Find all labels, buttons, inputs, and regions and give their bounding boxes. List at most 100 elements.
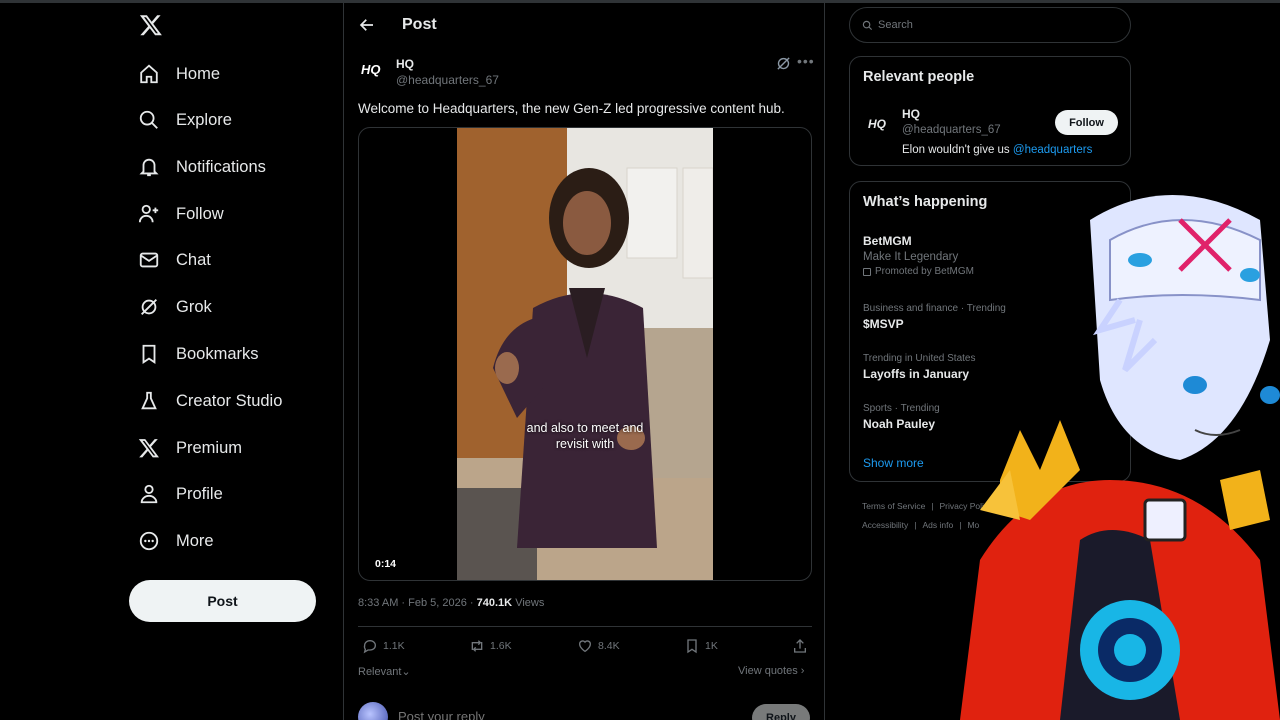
author-name[interactable]: HQ [396,57,414,71]
view-quotes-label: View quotes [738,665,798,677]
bio-mention-link[interactable]: @headquarters [1013,144,1092,156]
nav-item-creator-studio[interactable]: Creator Studio [137,383,282,419]
nav-item-explore[interactable]: Explore [137,102,232,138]
nav-label-chat: Chat [176,250,211,269]
bookmark-icon [137,342,161,366]
like-count: 8.4K [598,640,620,652]
grok-icon [137,295,161,319]
nav-label-premium: Premium [176,438,243,457]
flask-icon [137,389,161,413]
nav-item-grok[interactable]: Grok [137,289,212,325]
video-caption-line: and also to meet and [526,421,644,435]
chevron-right-icon: › [800,665,805,677]
nav-item-follow[interactable]: Follow [137,196,224,232]
footer-separator: | [931,501,934,511]
video-caption: and also to meet and revisit with [457,420,713,452]
reply-action[interactable]: 1.1K [362,638,405,654]
reply-icon [363,640,377,654]
post-detail-column: Post HQ HQ @headquarters_67 ••• Welcome … [343,0,825,720]
views-label: Views [515,597,545,609]
nav-label-more: More [176,531,214,550]
video-still [457,128,713,580]
search-icon [862,20,873,30]
bookmark-count: 1K [705,640,718,652]
avatar[interactable]: HQ [868,117,886,131]
mail-icon [137,248,161,272]
repost-action[interactable]: 1.6K [469,638,512,654]
post-button[interactable]: Post [129,580,316,622]
nav-label-bookmarks: Bookmarks [176,344,259,363]
show-more-link[interactable]: Show more [863,456,924,470]
bio-text: Elon wouldn't give us [902,144,1010,156]
x-logo-icon[interactable] [139,13,163,37]
nav-item-notifications[interactable]: Notifications [137,149,266,185]
repost-icon [471,640,483,652]
nav-item-profile[interactable]: Profile [137,476,223,512]
nav-label-profile: Profile [176,484,223,503]
bookmark-action[interactable]: 1K [684,638,718,654]
search-bar[interactable] [849,7,1131,43]
views-count: 740.1K [476,597,513,609]
person-icon [137,482,161,506]
more-circle-icon [137,529,161,553]
person-handle[interactable]: @headquarters_67 [902,124,1001,136]
person-add-icon [137,202,161,226]
reply-button[interactable]: Reply [752,704,810,720]
ad-icon [863,267,871,276]
repost-count: 1.6K [490,640,512,652]
more-options-icon[interactable]: ••• [797,53,815,69]
home-icon [137,62,161,86]
video-caption-line: revisit with [555,437,615,451]
panel-title: Relevant people [863,69,975,85]
view-quotes-link[interactable]: View quotes › [738,665,804,677]
primary-nav: Home Explore Notifications Follow Chat G… [0,0,343,720]
video-frame: and also to meet and revisit with [457,128,713,580]
video-player[interactable]: and also to meet and revisit with 0:14 [358,127,812,581]
share-action[interactable] [792,638,813,654]
avatar[interactable] [358,702,388,720]
bell-icon [137,155,161,179]
reply-sort-dropdown[interactable]: Relevant⌄ [358,665,411,678]
nav-label-creator-studio: Creator Studio [176,391,283,410]
terms-link[interactable]: Terms of Service [862,501,925,511]
page-title: Post [402,16,437,33]
nav-item-premium[interactable]: Premium [137,430,242,466]
post-meta: 8:33 AM · Feb 5, 2026 · 740.1K Views [358,597,545,609]
divider [358,626,812,627]
chevron-down-icon: ⌄ [401,666,411,678]
nav-item-more[interactable]: More [137,523,214,559]
like-action[interactable]: 8.4K [577,638,620,654]
person-bio: Elon wouldn't give us @headquarters [902,144,1092,156]
nav-item-bookmarks[interactable]: Bookmarks [137,336,259,372]
search-icon [137,108,161,132]
grok-icon[interactable] [776,56,791,71]
streamer-avatar-overlay [960,195,1280,720]
nav-label-notifications: Notifications [176,157,266,176]
relevant-people-panel: Relevant people HQ HQ @headquarters_67 E… [849,56,1131,166]
author-avatar[interactable]: HQ [361,62,389,82]
person-name[interactable]: HQ [902,107,920,121]
video-duration: 0:14 [375,558,397,570]
follow-button[interactable]: Follow [1055,110,1118,135]
accessibility-link[interactable]: Accessibility [862,520,908,530]
nav-label-home: Home [176,64,221,83]
heart-icon [578,640,592,653]
post-time[interactable]: 8:33 AM [358,597,398,609]
reply-count: 1.1K [383,640,405,652]
post-date[interactable]: Feb 5, 2026 [408,597,467,609]
nav-item-chat[interactable]: Chat [137,242,211,278]
reply-input[interactable] [398,709,598,720]
nav-label-explore: Explore [176,110,232,129]
reply-sort-label: Relevant [358,666,402,678]
author-handle[interactable]: @headquarters_67 [396,73,499,87]
nav-label-follow: Follow [176,204,224,223]
nav-label-grok: Grok [176,297,212,316]
back-arrow-icon[interactable] [358,16,376,34]
footer-separator: | [914,520,917,530]
nav-item-home[interactable]: Home [137,56,220,92]
x-logo-icon [137,436,161,460]
share-icon [794,639,806,653]
tweet-text: Welcome to Headquarters, the new Gen-Z l… [358,101,785,116]
bookmark-icon [687,639,697,654]
search-input[interactable] [878,19,1098,31]
